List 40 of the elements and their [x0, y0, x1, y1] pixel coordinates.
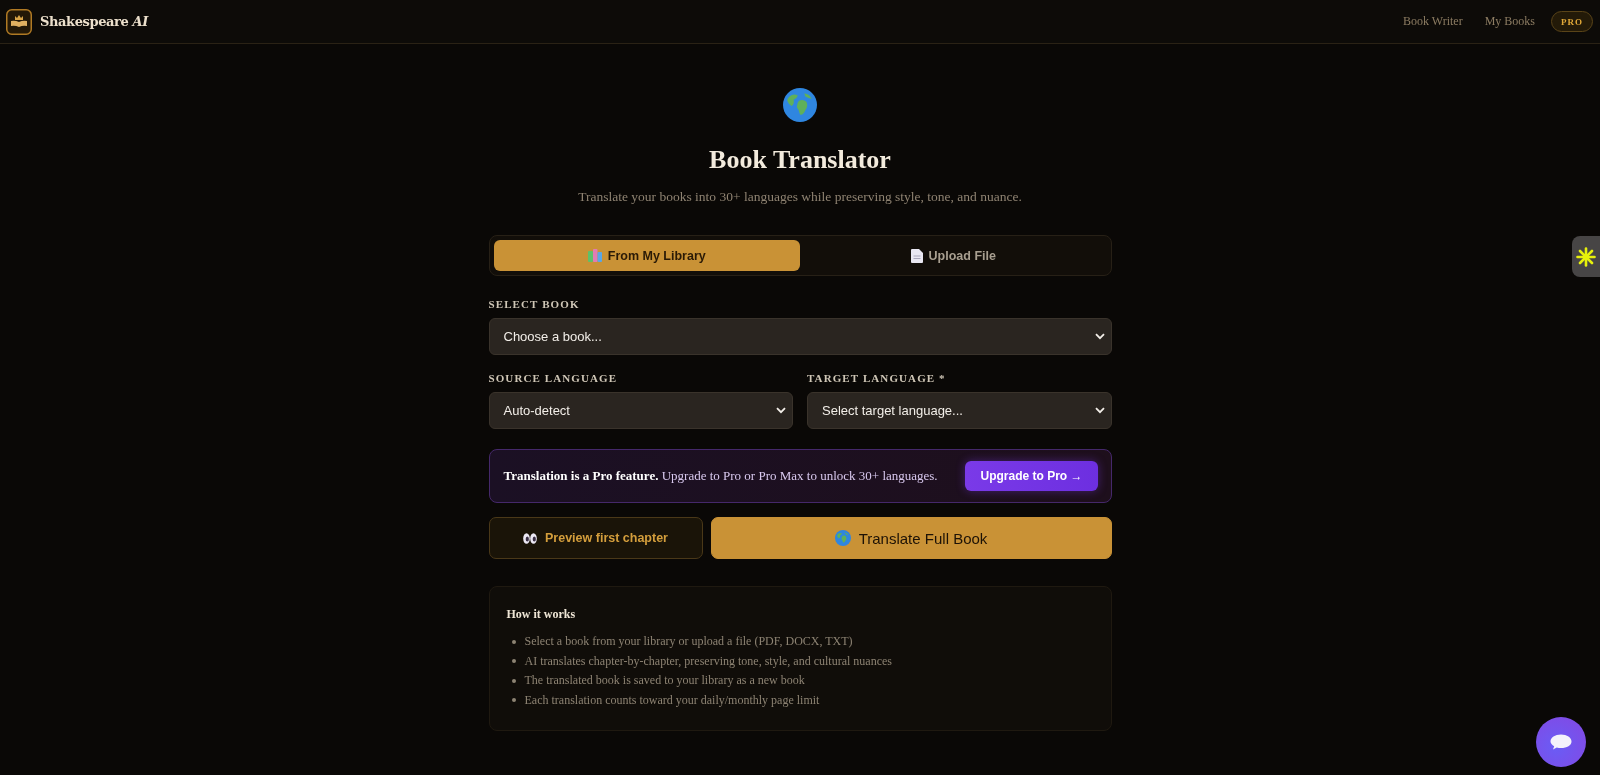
bullet-icon [511, 639, 516, 644]
preview-button[interactable]: Preview first chapter [488, 517, 703, 559]
speech-bubble-icon [1550, 734, 1572, 750]
language-select[interactable]: Auto-detect [488, 392, 793, 429]
chevron-icon [1094, 333, 1105, 340]
globe-icon [834, 530, 851, 546]
document-icon [910, 248, 923, 263]
upgrade-button[interactable]: Upgrade to Pro → [965, 461, 1098, 491]
side-widget-tab[interactable] [1572, 236, 1600, 277]
field-label: TARGET LANGUAGE * [807, 371, 947, 385]
page-title: Book Translator [708, 144, 892, 176]
books-icon [587, 248, 602, 263]
step-text: The translated book is saved to your library as a new book [524, 673, 805, 689]
page-subtitle: Translate your books into 30+ languages while preserving style, tone, and nuance. [577, 188, 1023, 206]
bullet-icon [511, 659, 516, 664]
chevron-icon [1094, 407, 1105, 414]
bullet-icon [511, 678, 516, 683]
source-tab[interactable]: From My Library [493, 240, 800, 271]
step-text: Select a book from your library or upload a file (PDF, DOCX, TXT) [524, 634, 853, 650]
chat-button[interactable] [1536, 717, 1586, 767]
translate-button[interactable]: Translate Full Book [710, 517, 1112, 559]
step-text: AI translates chapter-by-chapter, preserving tone, style, and cultural nuances [524, 653, 892, 669]
bullet-icon [511, 698, 516, 703]
nav-link[interactable]: My Books [1484, 14, 1535, 29]
chevron-icon [776, 407, 786, 414]
field-label: SOURCE LANGUAGE [488, 371, 619, 385]
pro-notice-text: Translation is a Pro feature. Upgrade to Pro or Pro Max to unlock 30+ languages. [503, 468, 938, 484]
source-tab[interactable]: Upload File [800, 240, 1107, 271]
panel-title: How it works [506, 606, 577, 622]
brand-name[interactable]: Shakespeare AI [40, 14, 148, 29]
language-select[interactable]: Select target language... [807, 392, 1112, 429]
eyes-icon [523, 532, 537, 544]
book-select[interactable]: Choose a book... [488, 318, 1112, 355]
asterisk-icon [1576, 246, 1596, 267]
open-book-icon [6, 8, 32, 35]
globe-icon [783, 88, 817, 122]
step-text: Each translation counts toward your daily/monthly page limit [524, 692, 820, 708]
field-label: SELECT BOOK [488, 297, 581, 311]
nav-link[interactable]: Book Writer [1403, 14, 1463, 29]
plan-badge: PRO [1551, 11, 1593, 32]
